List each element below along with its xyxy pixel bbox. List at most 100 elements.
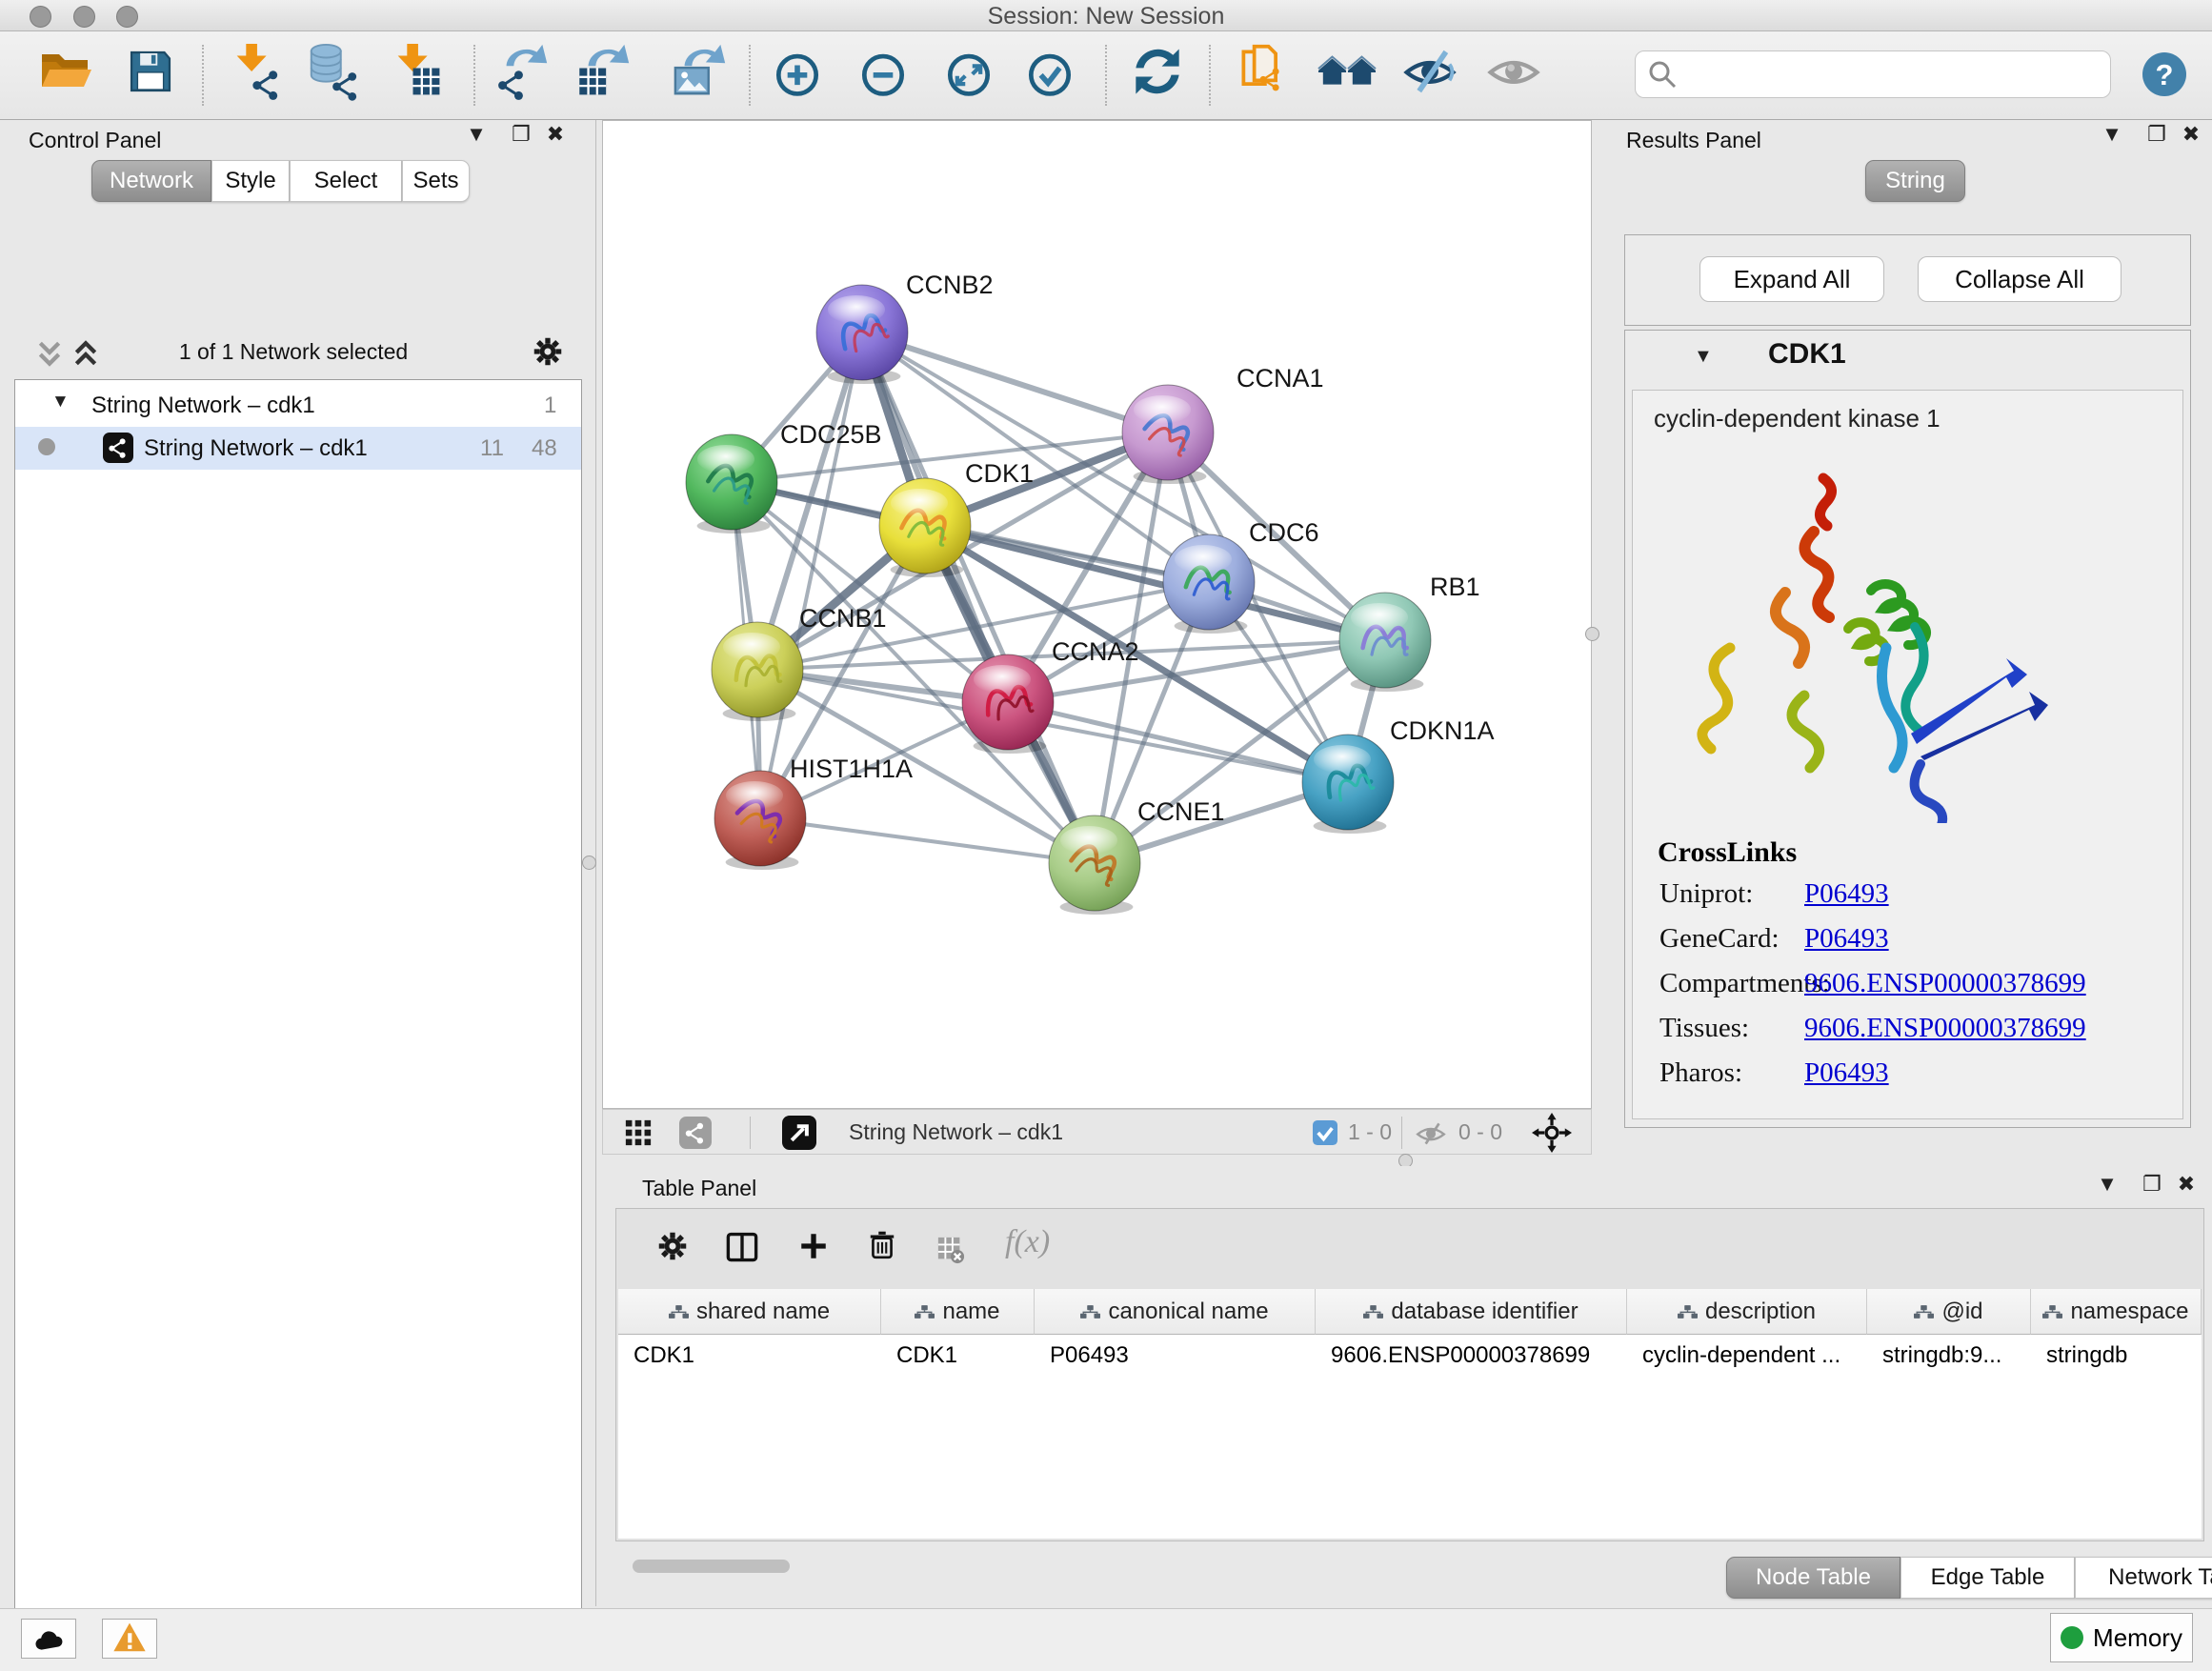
import-network-from-database-button[interactable] [302, 40, 365, 103]
network-edge[interactable] [760, 818, 1095, 863]
crosslink-link[interactable]: P06493 [1804, 923, 1889, 955]
table-cell[interactable]: CDK1 [881, 1335, 1035, 1377]
network-node-CDC6[interactable] [1163, 534, 1255, 634]
right-splitter-handle[interactable] [1585, 627, 1599, 641]
column-header-shared-name[interactable]: shared name [618, 1289, 881, 1335]
results-panel-menu-button[interactable]: ▼ [2098, 120, 2126, 149]
collapse-all-networks-icon[interactable] [36, 339, 63, 372]
left-splitter-handle[interactable] [582, 856, 596, 870]
warnings-button[interactable] [102, 1619, 157, 1659]
tab-network[interactable]: Network [91, 160, 211, 202]
search-input[interactable] [1685, 55, 2099, 93]
table-cell[interactable]: 9606.ENSP00000378699 [1316, 1335, 1627, 1377]
table-cell[interactable]: stringdb [2031, 1335, 2202, 1377]
table-cell[interactable]: cyclin-dependent ... [1627, 1335, 1867, 1377]
add-column-icon[interactable] [797, 1230, 830, 1267]
network-collection-row[interactable]: ▼ String Network – cdk1 1 [15, 384, 581, 427]
network-node-CCNB1[interactable] [712, 622, 803, 721]
export-table-button[interactable] [573, 40, 636, 103]
control-panel-float-button[interactable]: ❐ [507, 120, 535, 149]
collection-expand-icon[interactable]: ▼ [51, 392, 70, 413]
tab-node-table[interactable]: Node Table [1726, 1557, 1900, 1599]
toolbar-separator [1209, 45, 1211, 106]
show-columns-icon[interactable] [725, 1230, 759, 1269]
control-panel-menu-button[interactable]: ▼ [462, 120, 491, 149]
detach-view-icon[interactable] [782, 1116, 816, 1155]
zoom-selected-button[interactable] [1018, 40, 1081, 103]
column-header-name[interactable]: name [881, 1289, 1035, 1335]
column-header-description[interactable]: description [1627, 1289, 1867, 1335]
network-node-HIST1H1A[interactable] [714, 771, 806, 870]
network-node-CDK1[interactable] [879, 478, 971, 577]
tab-select[interactable]: Select [290, 160, 402, 202]
network-view-canvas[interactable]: CCNB2CCNA1CDC25BCDK1CDC6RB1CCNB1CCNA2CDK… [602, 120, 1592, 1109]
zoom-out-button[interactable] [852, 40, 915, 103]
memory-button[interactable]: Memory [2050, 1613, 2193, 1662]
save-session-button[interactable] [119, 40, 182, 103]
show-graphics-details-button[interactable] [1482, 40, 1545, 103]
tab-style[interactable]: Style [211, 160, 290, 202]
network-node-RB1[interactable] [1339, 593, 1431, 692]
apply-layout-button[interactable] [1126, 40, 1189, 103]
column-header--id[interactable]: @id [1867, 1289, 2031, 1335]
table-cell[interactable]: P06493 [1035, 1335, 1316, 1377]
tab-edge-table[interactable]: Edge Table [1900, 1557, 2075, 1599]
table-options-gear-icon[interactable] [654, 1228, 691, 1269]
table-cell[interactable]: stringdb:9... [1867, 1335, 2031, 1377]
crosslink-link[interactable]: P06493 [1804, 878, 1889, 910]
expand-all-networks-icon[interactable] [72, 339, 99, 372]
crosslink-link[interactable]: P06493 [1804, 1057, 1889, 1089]
string-network-graph[interactable]: CCNB2CCNA1CDC25BCDK1CDC6RB1CCNB1CCNA2CDK… [603, 121, 1591, 1108]
results-panel-float-button[interactable]: ❐ [2142, 120, 2171, 149]
network-grid-view-icon[interactable] [624, 1118, 653, 1152]
cloud-button[interactable] [21, 1619, 76, 1659]
network-edge[interactable] [862, 332, 1095, 863]
table-panel: Table Panel ▼ ❐ ✖ f(x) shared nameCDK1na… [602, 1166, 2212, 1625]
zoom-in-button[interactable] [766, 40, 829, 103]
control-panel: Control Panel ▼ ❐ ✖ NetworkStyleSelectSe… [0, 120, 596, 1606]
hide-graphics-details-button[interactable] [1398, 40, 1461, 103]
network-node-CDKN1A[interactable] [1302, 735, 1394, 834]
network-row-selected[interactable]: String Network – cdk1 11 48 [15, 427, 581, 470]
network-node-CCNE1[interactable] [1049, 815, 1140, 915]
tab-network-table[interactable]: Network Table [2075, 1557, 2212, 1599]
clone-network-button[interactable] [1232, 40, 1295, 103]
network-edge[interactable] [1008, 702, 1348, 782]
table-panel-menu-button[interactable]: ▼ [2093, 1170, 2122, 1198]
results-panel-close-button[interactable]: ✖ [2177, 120, 2205, 149]
column-header-canonical-name[interactable]: canonical name [1035, 1289, 1316, 1335]
table-panel-close-button[interactable]: ✖ [2172, 1170, 2201, 1198]
collapse-all-button[interactable]: Collapse All [1918, 256, 2122, 302]
crosslink-label: Uniprot: [1659, 878, 1753, 910]
column-header-database-identifier[interactable]: database identifier [1316, 1289, 1627, 1335]
network-node-CCNA1[interactable] [1122, 385, 1214, 484]
selected-checkbox-icon[interactable] [1313, 1120, 1337, 1150]
network-edge[interactable] [862, 332, 1168, 433]
open-session-button[interactable] [33, 40, 96, 103]
import-table-from-file-button[interactable] [385, 40, 448, 103]
pan-crosshair-icon[interactable] [1532, 1113, 1572, 1158]
network-node-CDC25B[interactable] [686, 434, 777, 534]
export-network-button[interactable] [492, 40, 554, 103]
tab-string[interactable]: String [1865, 160, 1965, 202]
crosslink-label: GeneCard: [1659, 923, 1780, 955]
crosslink-link[interactable]: 9606.ENSP00000378699 [1804, 1013, 2086, 1044]
delete-column-icon[interactable] [866, 1228, 898, 1265]
network-birdseye-icon[interactable] [679, 1117, 712, 1154]
help-button[interactable]: ? [2142, 52, 2186, 96]
export-image-button[interactable] [670, 40, 733, 103]
string-home-button[interactable] [1316, 40, 1378, 103]
table-panel-float-button[interactable]: ❐ [2138, 1170, 2166, 1198]
network-tree: ▼ String Network – cdk1 1 String Network… [14, 379, 582, 1671]
table-horizontal-scrollbar[interactable] [633, 1560, 790, 1573]
zoom-fit-button[interactable] [937, 40, 1000, 103]
column-header-namespace[interactable]: namespace [2031, 1289, 2202, 1335]
tab-sets[interactable]: Sets [402, 160, 470, 202]
expand-all-button[interactable]: Expand All [1699, 256, 1884, 302]
protein-collapse-icon[interactable]: ▼ [1694, 346, 1713, 368]
network-options-gear-icon[interactable] [530, 333, 566, 374]
crosslink-link[interactable]: 9606.ENSP00000378699 [1804, 968, 2086, 999]
control-panel-close-button[interactable]: ✖ [541, 120, 570, 149]
table-cell[interactable]: CDK1 [618, 1335, 881, 1377]
import-network-from-file-button[interactable] [224, 40, 287, 103]
